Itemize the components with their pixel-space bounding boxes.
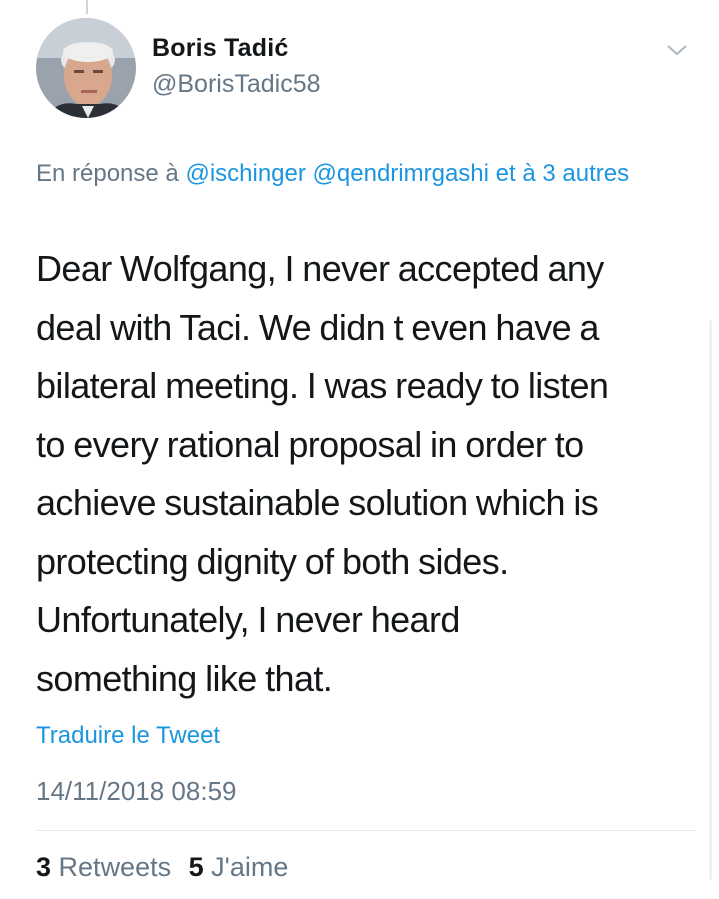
avatar-photo	[36, 18, 136, 118]
mention-link-qendrimrgashi[interactable]: @qendrimrgashi	[313, 160, 489, 187]
retweets-stat[interactable]: 3 Retweets	[36, 852, 171, 882]
tweet-line: protecting dignity of both sides.	[36, 540, 509, 582]
mention-link-ischinger[interactable]: @ischinger	[185, 160, 305, 187]
user-handle[interactable]: @BorisTadic58	[152, 70, 321, 99]
likes-count: 5	[188, 852, 204, 882]
tweet-line: deal with Taci. We didn t even have a	[36, 306, 599, 348]
scrollbar[interactable]	[709, 320, 712, 880]
tweet-line: something like that.	[36, 657, 333, 699]
translate-tweet-link[interactable]: Traduire le Tweet	[36, 722, 220, 750]
tweet-line: bilateral meeting. I was ready to listen	[36, 365, 609, 406]
retweets-label: Retweets	[58, 852, 172, 882]
tweet-line: achieve sustainable solution which is	[36, 482, 599, 523]
likes-stat[interactable]: 5 J'aime	[189, 852, 289, 882]
tweet-timestamp[interactable]: 14/11/2018 08:59	[36, 776, 236, 807]
likes-label: J'aime	[211, 852, 289, 882]
tweet-line: Dear Wolfgang, I never accepted any	[36, 248, 604, 289]
reply-others-link[interactable]: et à 3 autres	[496, 160, 629, 187]
tweet-line: Unfortunately, I never heard	[36, 599, 460, 640]
display-name[interactable]: Boris Tadić	[152, 34, 289, 63]
tweet-text: Dear Wolfgang, I never accepted any deal…	[36, 240, 696, 708]
divider	[36, 830, 696, 831]
tweet-stats: 3 Retweets 5 J'aime	[36, 852, 298, 883]
retweets-count: 3	[36, 852, 52, 882]
avatar[interactable]	[36, 18, 136, 118]
reply-prefix: En réponse à	[36, 160, 179, 187]
reply-context: En réponse à @ischinger @qendrimrgashi e…	[36, 154, 686, 194]
thread-connector-line	[86, 0, 88, 14]
tweet-line: to every rational proposal in order to	[36, 423, 584, 465]
chevron-down-icon[interactable]	[666, 42, 688, 58]
